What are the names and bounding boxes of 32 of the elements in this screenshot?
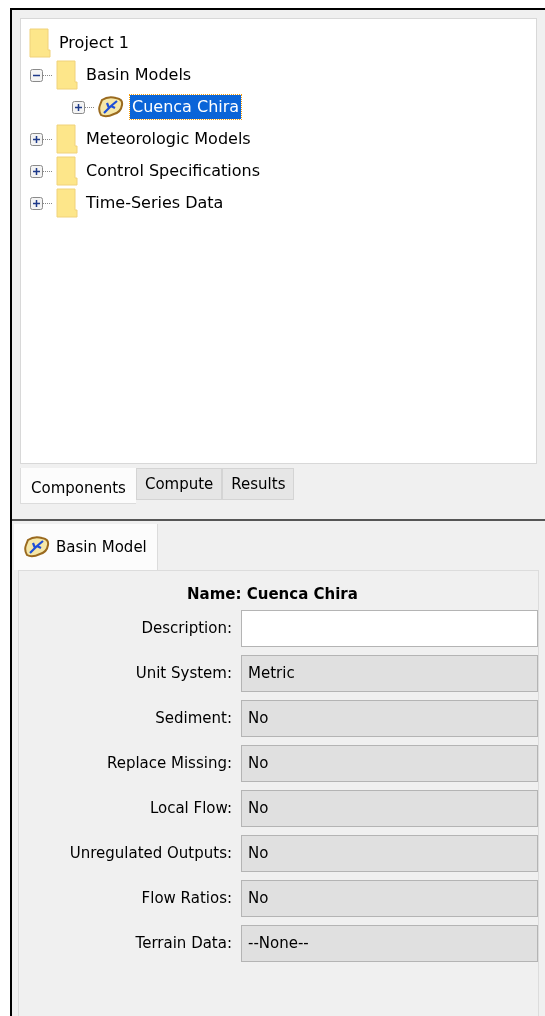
collapse-icon[interactable] [30, 68, 43, 82]
field-label: Terrain Data: [134, 932, 233, 954]
tab[interactable]: Compute [135, 468, 223, 500]
basin-icon [24, 536, 50, 558]
folder-icon [56, 156, 78, 186]
folder-icon [56, 60, 78, 90]
tree-item[interactable]: Time-Series Data [84, 191, 226, 215]
tree-item[interactable]: Control Specifications [84, 159, 262, 183]
folder-icon [56, 124, 78, 154]
tree-item[interactable]: Project 1 [59, 31, 129, 55]
tab[interactable]: Basin Model [14, 524, 158, 570]
expand-icon[interactable] [30, 132, 43, 146]
tab[interactable]: Results [222, 468, 295, 500]
input-field[interactable] [241, 609, 538, 647]
tab[interactable]: Components [20, 468, 136, 504]
tree-item[interactable]: Cuenca Chira [130, 95, 242, 119]
expand-icon[interactable] [30, 164, 43, 178]
expand-icon[interactable] [30, 196, 43, 210]
tree-item[interactable]: Meteorologic Models [84, 127, 253, 151]
expand-icon[interactable] [72, 100, 85, 114]
field-label: Unregulated Outputs: [68, 842, 233, 864]
basin-icon [98, 96, 124, 118]
field-label: Unit System: [134, 662, 233, 684]
folder-icon [56, 188, 78, 218]
field-label: Description: [140, 617, 233, 639]
folder-icon [29, 28, 51, 58]
tree-item[interactable]: Basin Models [84, 63, 194, 87]
field-label: Replace Missing: [105, 752, 233, 774]
field-label: Flow Ratios: [140, 887, 233, 909]
field-label: Sediment: [154, 707, 233, 729]
name-heading: Name: Cuenca Chira [187, 584, 358, 605]
field-label: Local Flow: [148, 797, 233, 819]
